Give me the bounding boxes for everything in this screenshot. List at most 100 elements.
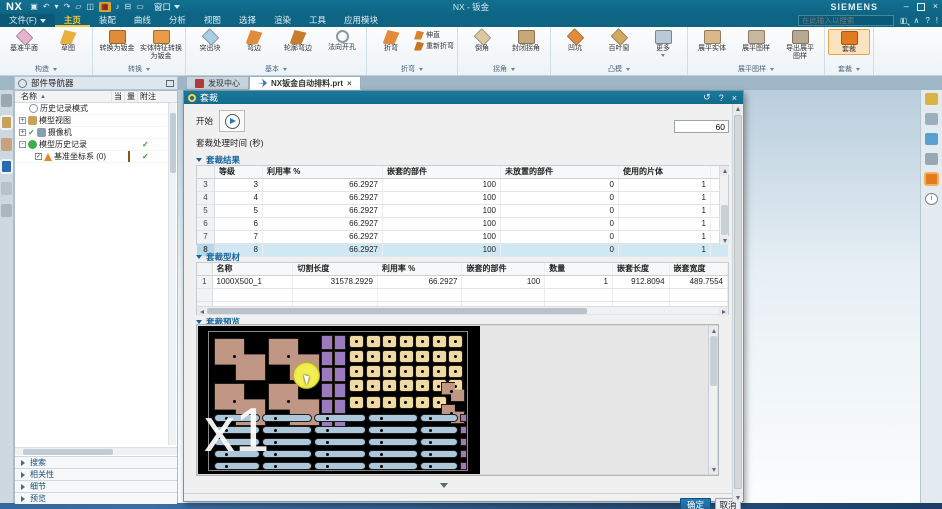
table-row[interactable]: 11000X500_131578.292966.29271001912.8094… (197, 276, 728, 289)
cream-part[interactable] (349, 350, 364, 363)
copy-icon[interactable]: ▱ (75, 2, 81, 12)
blue-strip[interactable] (368, 462, 418, 470)
blue-strip[interactable] (368, 414, 418, 422)
navigator-section-1[interactable]: 相关性 (15, 468, 177, 480)
column-header[interactable]: 嵌套的部件 (462, 263, 545, 275)
column-comment[interactable]: 附注 (137, 91, 177, 102)
command-finder-icon[interactable]: ♪ (116, 2, 120, 12)
menu-tab-4[interactable]: 分析 (160, 14, 195, 27)
cream-part[interactable] (399, 365, 414, 378)
cream-part[interactable] (415, 365, 430, 378)
table-row[interactable]: 5566.292710001 (197, 205, 728, 218)
cream-part[interactable] (382, 396, 397, 409)
row-number-header[interactable] (197, 166, 215, 178)
cream-part[interactable] (399, 379, 414, 392)
blue-strip[interactable] (420, 450, 458, 458)
cascade-icon[interactable]: ⊟ (125, 2, 132, 12)
dialog-vertical-scrollbar[interactable] (732, 104, 742, 502)
close-tab-icon[interactable]: × (347, 79, 352, 88)
bend-button[interactable]: 折弯 (370, 29, 412, 53)
purple-part[interactable] (334, 383, 346, 398)
tree-item-0[interactable]: 历史记录模式 (15, 103, 170, 115)
purple-end-part[interactable] (460, 462, 467, 470)
datum-plane-button[interactable]: 基准平面 (3, 29, 45, 53)
cream-part[interactable] (366, 365, 381, 378)
unbend-button[interactable]: 伸直 (414, 30, 454, 40)
menu-tab-3[interactable]: 曲线 (125, 14, 160, 27)
convert-to-sheet-metal-button[interactable]: 转换为钣金 (96, 29, 138, 53)
cream-part[interactable] (382, 335, 397, 348)
cream-part[interactable] (448, 350, 463, 363)
flat-solid-button[interactable]: 展平实体 (691, 29, 733, 53)
constraint-navigator-icon[interactable] (1, 138, 12, 151)
normal-cutout-button[interactable]: 法向开孔 (321, 29, 363, 52)
cream-part[interactable] (382, 379, 397, 392)
contour-flange-button[interactable]: 轮廓弯边 (277, 29, 319, 53)
results-table-scrollbar[interactable] (719, 166, 728, 245)
redo-icon[interactable]: ↷ (64, 2, 71, 12)
flat-pattern-button[interactable]: 展平图样 (735, 29, 777, 53)
purple-part[interactable] (334, 351, 346, 366)
column-header[interactable]: 名称 (213, 263, 294, 275)
menu-tab-2[interactable]: 装配 (90, 14, 125, 27)
navigator-section-3[interactable]: 预览 (15, 492, 177, 504)
blue-strip[interactable] (262, 438, 312, 446)
flange-button[interactable]: 弯边 (233, 29, 275, 53)
paste-icon[interactable]: ◫ (86, 2, 94, 12)
menu-tab-5[interactable]: 视图 (195, 14, 230, 27)
nesting-profiles-table[interactable]: 名称切割长度利用率 %嵌套的部件数量嵌套长度嵌套宽度11000X500_1315… (196, 262, 729, 315)
purple-part[interactable] (321, 351, 333, 366)
table-row[interactable]: 4466.292710001 (197, 192, 728, 205)
blue-strip[interactable] (420, 438, 458, 446)
corner-button[interactable]: 倒角 (461, 29, 503, 53)
menu-tab-7[interactable]: 渲染 (265, 14, 300, 27)
table-row[interactable]: 3366.292710001 (197, 179, 728, 192)
document-tab-0[interactable]: 发现中心 (186, 76, 249, 90)
menu-tab-9[interactable]: 应用模块 (335, 14, 387, 27)
purple-part[interactable] (321, 335, 333, 350)
table-row[interactable]: 6666.292710001 (197, 218, 728, 231)
undo-icon[interactable]: ↶ (43, 2, 50, 12)
solid-to-sheet-metal-button[interactable]: 实体特征转换 为钣金 (140, 29, 182, 61)
history-icon[interactable] (1, 182, 12, 195)
menu-tab-1[interactable]: 主页 (55, 14, 90, 27)
closed-corner-button[interactable]: 封闭拐角 (505, 29, 547, 53)
command-search[interactable] (798, 15, 894, 26)
navigator-section-0[interactable]: 搜索 (15, 456, 177, 468)
preview-vertical-scrollbar[interactable] (708, 326, 717, 474)
purple-part[interactable] (321, 367, 333, 382)
sketch-button[interactable]: 草图 (47, 29, 89, 53)
cream-part[interactable] (432, 365, 447, 378)
column-header[interactable]: 嵌套长度 (613, 263, 670, 275)
dialog-reset-button[interactable]: ↺ (701, 92, 713, 103)
assembly-navigator-icon[interactable] (1, 94, 12, 107)
rebend-button[interactable]: 重新折弯 (414, 41, 454, 51)
gear-icon[interactable] (18, 79, 27, 88)
column-header[interactable]: 嵌套宽度 (670, 263, 728, 275)
alert-icon[interactable]: ! (936, 16, 938, 25)
table-row[interactable]: 8866.292710001 (197, 244, 728, 257)
nesting-command-icon[interactable] (925, 173, 938, 185)
cream-part[interactable] (349, 379, 364, 392)
cream-part[interactable] (448, 335, 463, 348)
blue-strip[interactable] (368, 438, 418, 446)
cream-part[interactable] (366, 379, 381, 392)
cream-part[interactable] (415, 350, 430, 363)
cream-part[interactable] (366, 350, 381, 363)
search-input[interactable] (799, 16, 902, 25)
cream-part[interactable] (448, 365, 463, 378)
document-tab-1[interactable]: NX钣金自动排料.prt× (249, 76, 361, 90)
column-header[interactable]: 数量 (545, 263, 613, 275)
navigator-section-2[interactable]: 细节 (15, 480, 177, 492)
touch-mode-icon[interactable]: ▦ (99, 2, 111, 12)
maximize-button[interactable] (917, 3, 925, 11)
nesting-button[interactable]: 套裁 (828, 29, 870, 55)
processing-time-input[interactable] (674, 120, 729, 133)
help-icon[interactable]: ? (925, 16, 929, 25)
blue-strip[interactable] (314, 450, 366, 458)
cream-part[interactable] (415, 335, 430, 348)
profiles-table-scrollbar[interactable] (197, 306, 728, 314)
purple-part[interactable] (334, 335, 346, 350)
ok-button[interactable]: 确定 (680, 498, 711, 509)
blue-strip[interactable] (262, 426, 312, 434)
